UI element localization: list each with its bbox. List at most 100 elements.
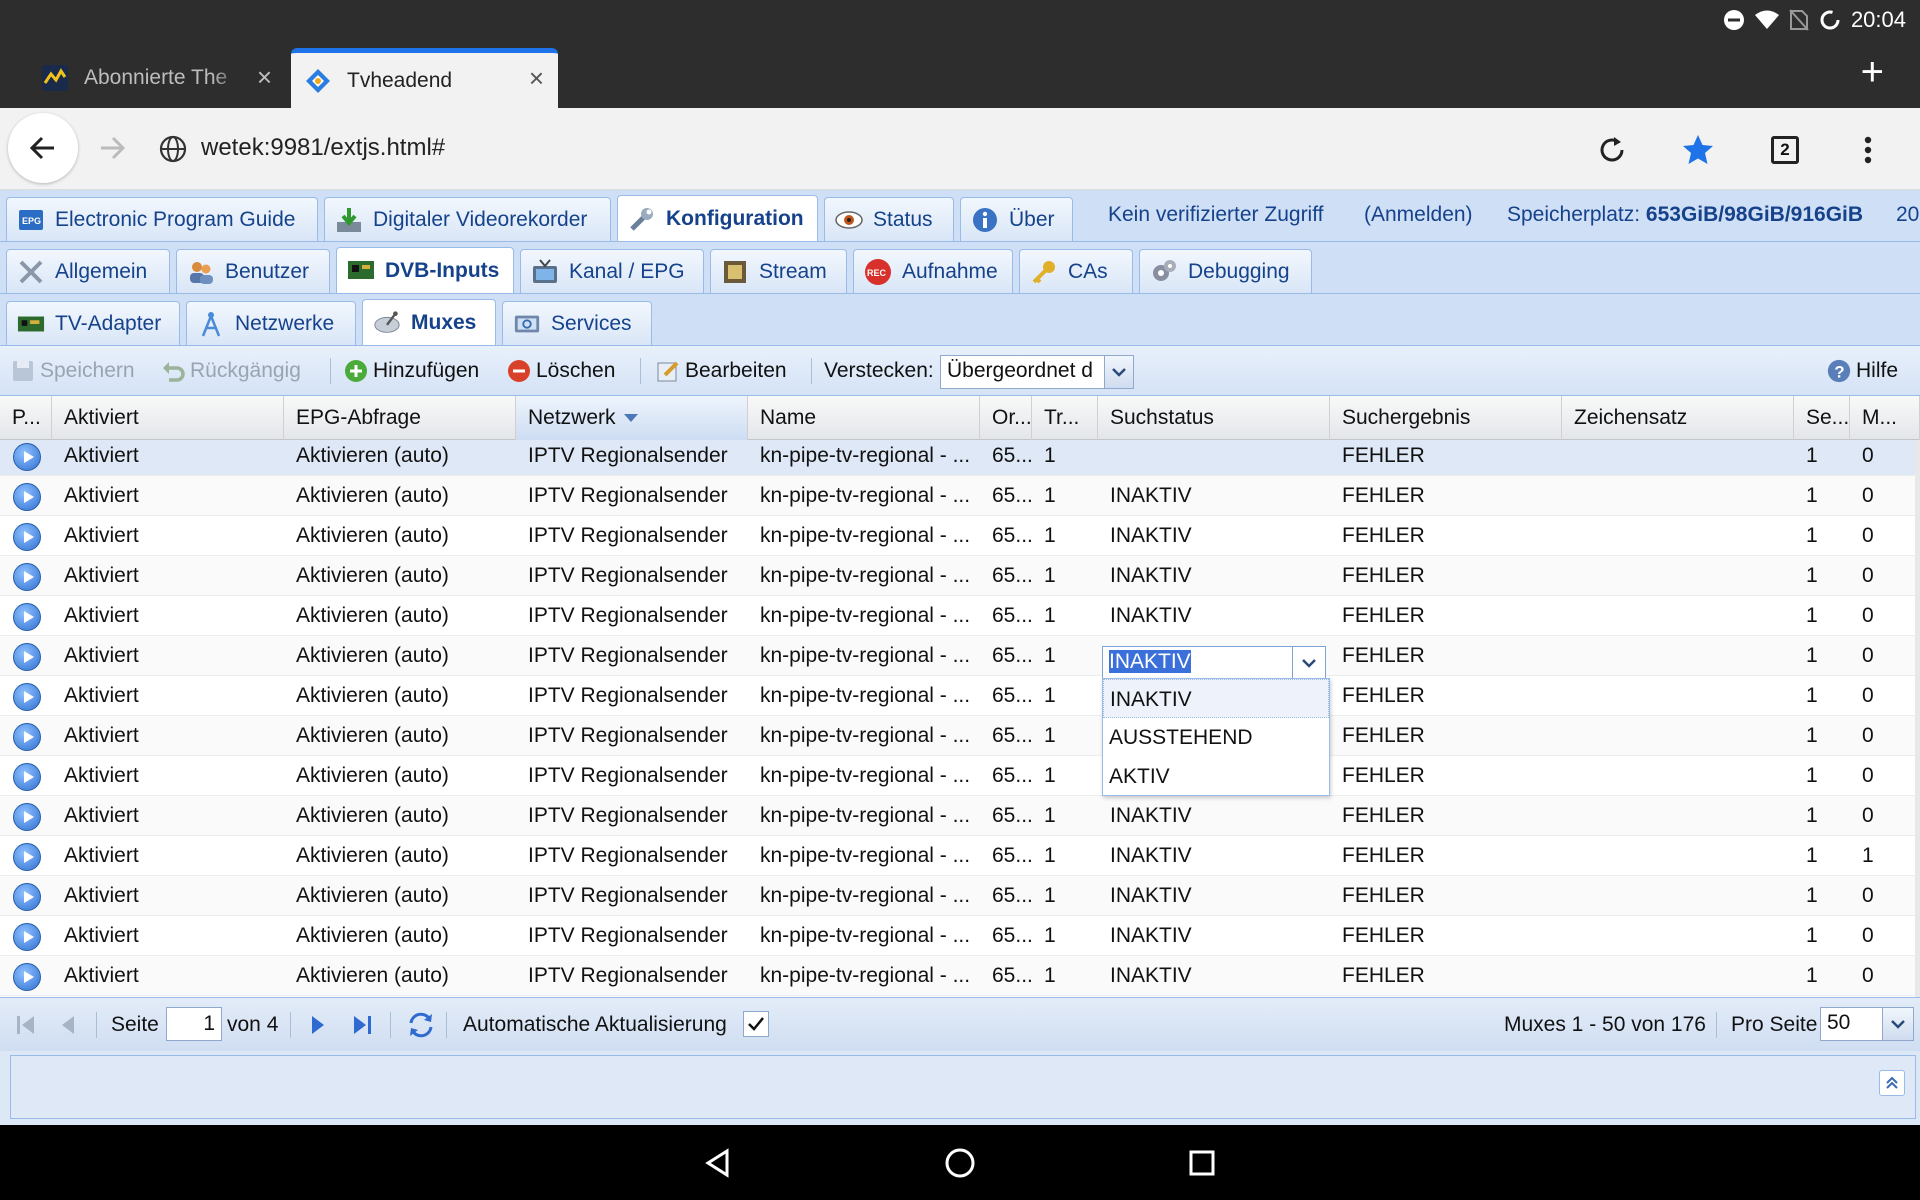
table-row[interactable]: Aktiviert Aktivieren (auto) IPTV Regionals… [0, 956, 1915, 996]
table-row[interactable]: Aktiviert Aktivieren (auto) IPTV Regionals… [0, 716, 1915, 756]
column-header-aktiviert[interactable]: Aktiviert [52, 396, 284, 440]
play-icon[interactable] [13, 523, 41, 551]
next-page-button[interactable] [308, 1010, 328, 1040]
tab-aufnahme[interactable]: REC Aufnahme [853, 249, 1013, 293]
tab-dvb-inputs[interactable]: DVB-Inputs [336, 247, 514, 293]
play-icon[interactable] [13, 763, 41, 791]
play-icon[interactable] [13, 843, 41, 871]
play-icon[interactable] [13, 443, 41, 471]
tab-epg[interactable]: EPG Electronic Program Guide [6, 197, 318, 241]
table-row[interactable]: Aktiviert Aktivieren (auto) IPTV Regionals… [0, 596, 1915, 636]
dropdown-option-aktiv[interactable]: AKTIV [1103, 757, 1329, 796]
expand-log-button[interactable] [1879, 1070, 1905, 1096]
delete-button[interactable]: Löschen [506, 356, 615, 386]
hide-combo-trigger[interactable] [1104, 355, 1134, 389]
new-tab-button[interactable]: + [1861, 52, 1884, 92]
tab-benutzer[interactable]: Benutzer [176, 249, 330, 293]
table-row[interactable]: Aktiviert Aktivieren (auto) IPTV Regionals… [0, 756, 1915, 796]
tab-tv-adapter[interactable]: TV-Adapter [6, 301, 180, 345]
nav-back-button[interactable] [698, 1143, 738, 1183]
play-icon[interactable] [13, 883, 41, 911]
play-icon[interactable] [13, 963, 41, 991]
reload-button[interactable] [1592, 130, 1632, 170]
tab-muxes[interactable]: Muxes [362, 299, 496, 345]
tab-close-icon[interactable]: × [257, 64, 272, 90]
tab-kanal-epg[interactable]: Kanal / EPG [520, 249, 704, 293]
suchstatus-editor-input[interactable]: INAKTIV [1102, 646, 1294, 680]
column-header-suchstatus[interactable]: Suchstatus [1098, 396, 1330, 440]
tab-cas[interactable]: CAs [1019, 249, 1133, 293]
last-page-button[interactable] [350, 1010, 374, 1040]
login-link[interactable]: (Anmelden) [1364, 203, 1473, 227]
tab-netzwerke[interactable]: Netzwerke [186, 301, 356, 345]
table-row[interactable]: Aktiviert Aktivieren (auto) IPTV Regionals… [0, 796, 1915, 836]
page-number-input[interactable]: 1 [166, 1007, 222, 1041]
column-header-epg[interactable]: EPG-Abfrage [284, 396, 516, 440]
table-row[interactable]: Aktiviert Aktivieren (auto) IPTV Regionals… [0, 876, 1915, 916]
tab-stream[interactable]: Stream [710, 249, 847, 293]
nav-recents-button[interactable] [1182, 1143, 1222, 1183]
column-header-transport[interactable]: Tr... [1032, 396, 1098, 440]
forward-button[interactable] [92, 128, 132, 168]
table-row[interactable]: Aktiviert Aktivieren (auto) IPTV Regionals… [0, 556, 1915, 596]
undo-button[interactable]: Rückgängig [160, 356, 301, 386]
prev-page-button[interactable] [58, 1010, 78, 1040]
column-header-zeichensatz[interactable]: Zeichensatz [1562, 396, 1794, 440]
services-icon [513, 310, 541, 338]
table-row[interactable]: Aktiviert Aktivieren (auto) IPTV Regionals… [0, 440, 1915, 476]
column-header-m[interactable]: M... [1850, 396, 1920, 440]
cell-services: 1 [1806, 884, 1818, 907]
tab-close-icon[interactable]: × [529, 65, 544, 91]
column-header-netzwerk[interactable]: Netzwerk [516, 396, 748, 440]
table-row[interactable]: Aktiviert Aktivieren (auto) IPTV Regionals… [0, 676, 1915, 716]
tab-status[interactable]: Status [824, 197, 954, 241]
browser-tab-tvheadend[interactable]: Tvheadend × [291, 48, 558, 108]
tab-switcher-button[interactable]: 2 [1765, 130, 1805, 170]
browser-tab-abonnierte[interactable]: Abonnierte The × [28, 48, 286, 108]
tab-konfiguration[interactable]: Konfiguration [617, 195, 818, 241]
play-icon[interactable] [13, 723, 41, 751]
play-icon[interactable] [13, 643, 41, 671]
suchstatus-editor-trigger[interactable] [1292, 646, 1326, 680]
save-button[interactable]: Speichern [10, 356, 135, 386]
url-field[interactable]: wetek:9981/extjs.html# [201, 134, 445, 162]
bookmark-button[interactable] [1678, 130, 1718, 170]
table-row[interactable]: Aktiviert Aktivieren (auto) IPTV Regionals… [0, 476, 1915, 516]
menu-button[interactable] [1848, 130, 1888, 170]
tab-dvr[interactable]: Digitaler Videorekorder [324, 197, 611, 241]
tab-allgemein[interactable]: Allgemein [6, 249, 170, 293]
edit-button[interactable]: Bearbeiten [655, 356, 787, 386]
table-row[interactable]: Aktiviert Aktivieren (auto) IPTV Regionals… [0, 836, 1915, 876]
per-page-input[interactable]: 50 [1820, 1007, 1884, 1041]
tab-ueber[interactable]: Über [960, 197, 1073, 241]
table-row[interactable]: Aktiviert Aktivieren (auto) IPTV Regionals… [0, 916, 1915, 956]
nav-home-button[interactable] [940, 1143, 980, 1183]
column-header-play[interactable]: P... [0, 396, 52, 440]
tab-debugging[interactable]: Debugging [1139, 249, 1312, 293]
per-page-trigger[interactable] [1882, 1007, 1914, 1041]
vertical-scrollbar[interactable] [1915, 440, 1920, 997]
help-button[interactable]: ? Hilfe [1826, 356, 1898, 386]
column-header-name[interactable]: Name [748, 396, 980, 440]
column-header-suchergebnis[interactable]: Suchergebnis [1330, 396, 1562, 440]
add-button[interactable]: Hinzufügen [343, 356, 479, 386]
dropdown-option-ausstehend[interactable]: AUSSTEHEND [1103, 718, 1329, 757]
play-icon[interactable] [13, 563, 41, 591]
play-icon[interactable] [13, 683, 41, 711]
auto-refresh-checkbox[interactable] [743, 1011, 769, 1037]
cell-orbit: 65... [992, 524, 1032, 547]
table-row[interactable]: Aktiviert Aktivieren (auto) IPTV Regionals… [0, 636, 1915, 676]
play-icon[interactable] [13, 923, 41, 951]
dropdown-option-inaktiv[interactable]: INAKTIV [1103, 679, 1329, 718]
tab-services[interactable]: Services [502, 301, 652, 345]
column-header-services[interactable]: Se... [1794, 396, 1850, 440]
back-button[interactable] [8, 113, 78, 183]
play-icon[interactable] [13, 803, 41, 831]
column-header-orbit[interactable]: Or... [980, 396, 1032, 440]
table-row[interactable]: Aktiviert Aktivieren (auto) IPTV Regionals… [0, 516, 1915, 556]
cell-epg-abfrage: Aktivieren (auto) [296, 884, 449, 907]
refresh-button[interactable] [406, 1010, 436, 1040]
first-page-button[interactable] [14, 1010, 38, 1040]
play-icon[interactable] [13, 603, 41, 631]
play-icon[interactable] [13, 483, 41, 511]
